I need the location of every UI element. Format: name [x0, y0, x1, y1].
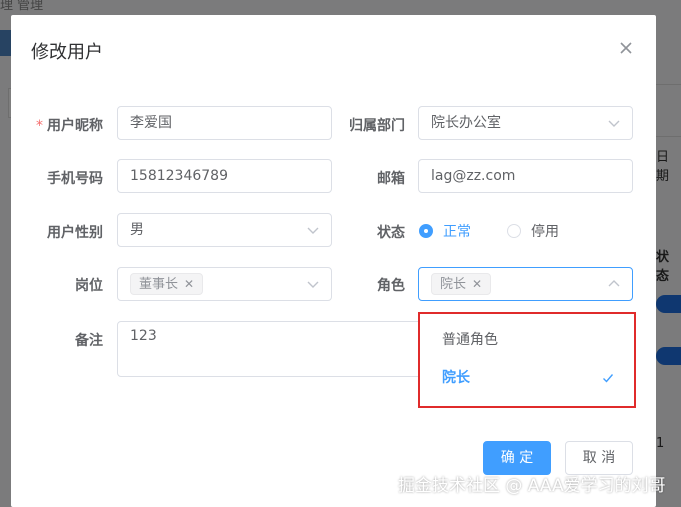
- email-label: 邮箱: [377, 171, 405, 187]
- role-option-normal[interactable]: 普通角色: [420, 323, 634, 357]
- status-label: 状态: [377, 225, 405, 241]
- role-dropdown: 普通角色 院长: [418, 312, 636, 408]
- phone-label: 手机号码: [47, 171, 103, 187]
- role-option-dean[interactable]: 院长: [420, 361, 634, 395]
- role-tag: 院长 ✕: [431, 273, 492, 295]
- chevron-down-icon: [307, 281, 319, 288]
- radio-dot: [507, 224, 521, 238]
- gender-select[interactable]: 男: [117, 213, 332, 247]
- check-icon: [603, 374, 614, 383]
- cancel-button[interactable]: 取 消: [565, 441, 633, 475]
- post-label: 岗位: [75, 278, 103, 294]
- watermark: 掘金技术社区 @ AAA爱学习的刘哥: [398, 476, 666, 496]
- remark-label: 备注: [75, 333, 103, 349]
- remark-textarea[interactable]: 123: [117, 321, 437, 377]
- edit-user-dialog: 修改用户 * 用户昵称 李爱国 归属部门 院长办公室 手机号码 158123467…: [11, 15, 656, 507]
- dialog-title: 修改用户: [31, 42, 103, 63]
- chevron-down-icon: [307, 227, 319, 234]
- gender-label: 用户性别: [47, 225, 103, 241]
- nickname-label: * 用户昵称: [36, 118, 103, 134]
- email-input[interactable]: lag@zz.com: [418, 159, 633, 193]
- post-select[interactable]: 董事长 ✕: [117, 267, 332, 301]
- chevron-up-icon: [608, 280, 620, 287]
- tag-close-icon[interactable]: ✕: [472, 274, 482, 294]
- department-select[interactable]: 院长办公室: [418, 106, 633, 140]
- confirm-button[interactable]: 确 定: [483, 441, 551, 475]
- chevron-down-icon: [608, 120, 620, 127]
- radio-dot: [419, 224, 433, 238]
- role-select[interactable]: 院长 ✕: [418, 267, 633, 301]
- tag-close-icon[interactable]: ✕: [184, 274, 194, 294]
- required-mark: *: [36, 118, 43, 134]
- nickname-input[interactable]: 李爱国: [117, 106, 332, 140]
- close-icon[interactable]: [617, 39, 635, 57]
- role-label: 角色: [377, 278, 405, 294]
- post-tag: 董事长 ✕: [130, 273, 204, 295]
- phone-input[interactable]: 15812346789: [117, 159, 332, 193]
- department-label: 归属部门: [349, 118, 405, 134]
- status-radio-disabled[interactable]: 停用: [507, 221, 559, 241]
- status-radio-normal[interactable]: 正常: [419, 221, 471, 241]
